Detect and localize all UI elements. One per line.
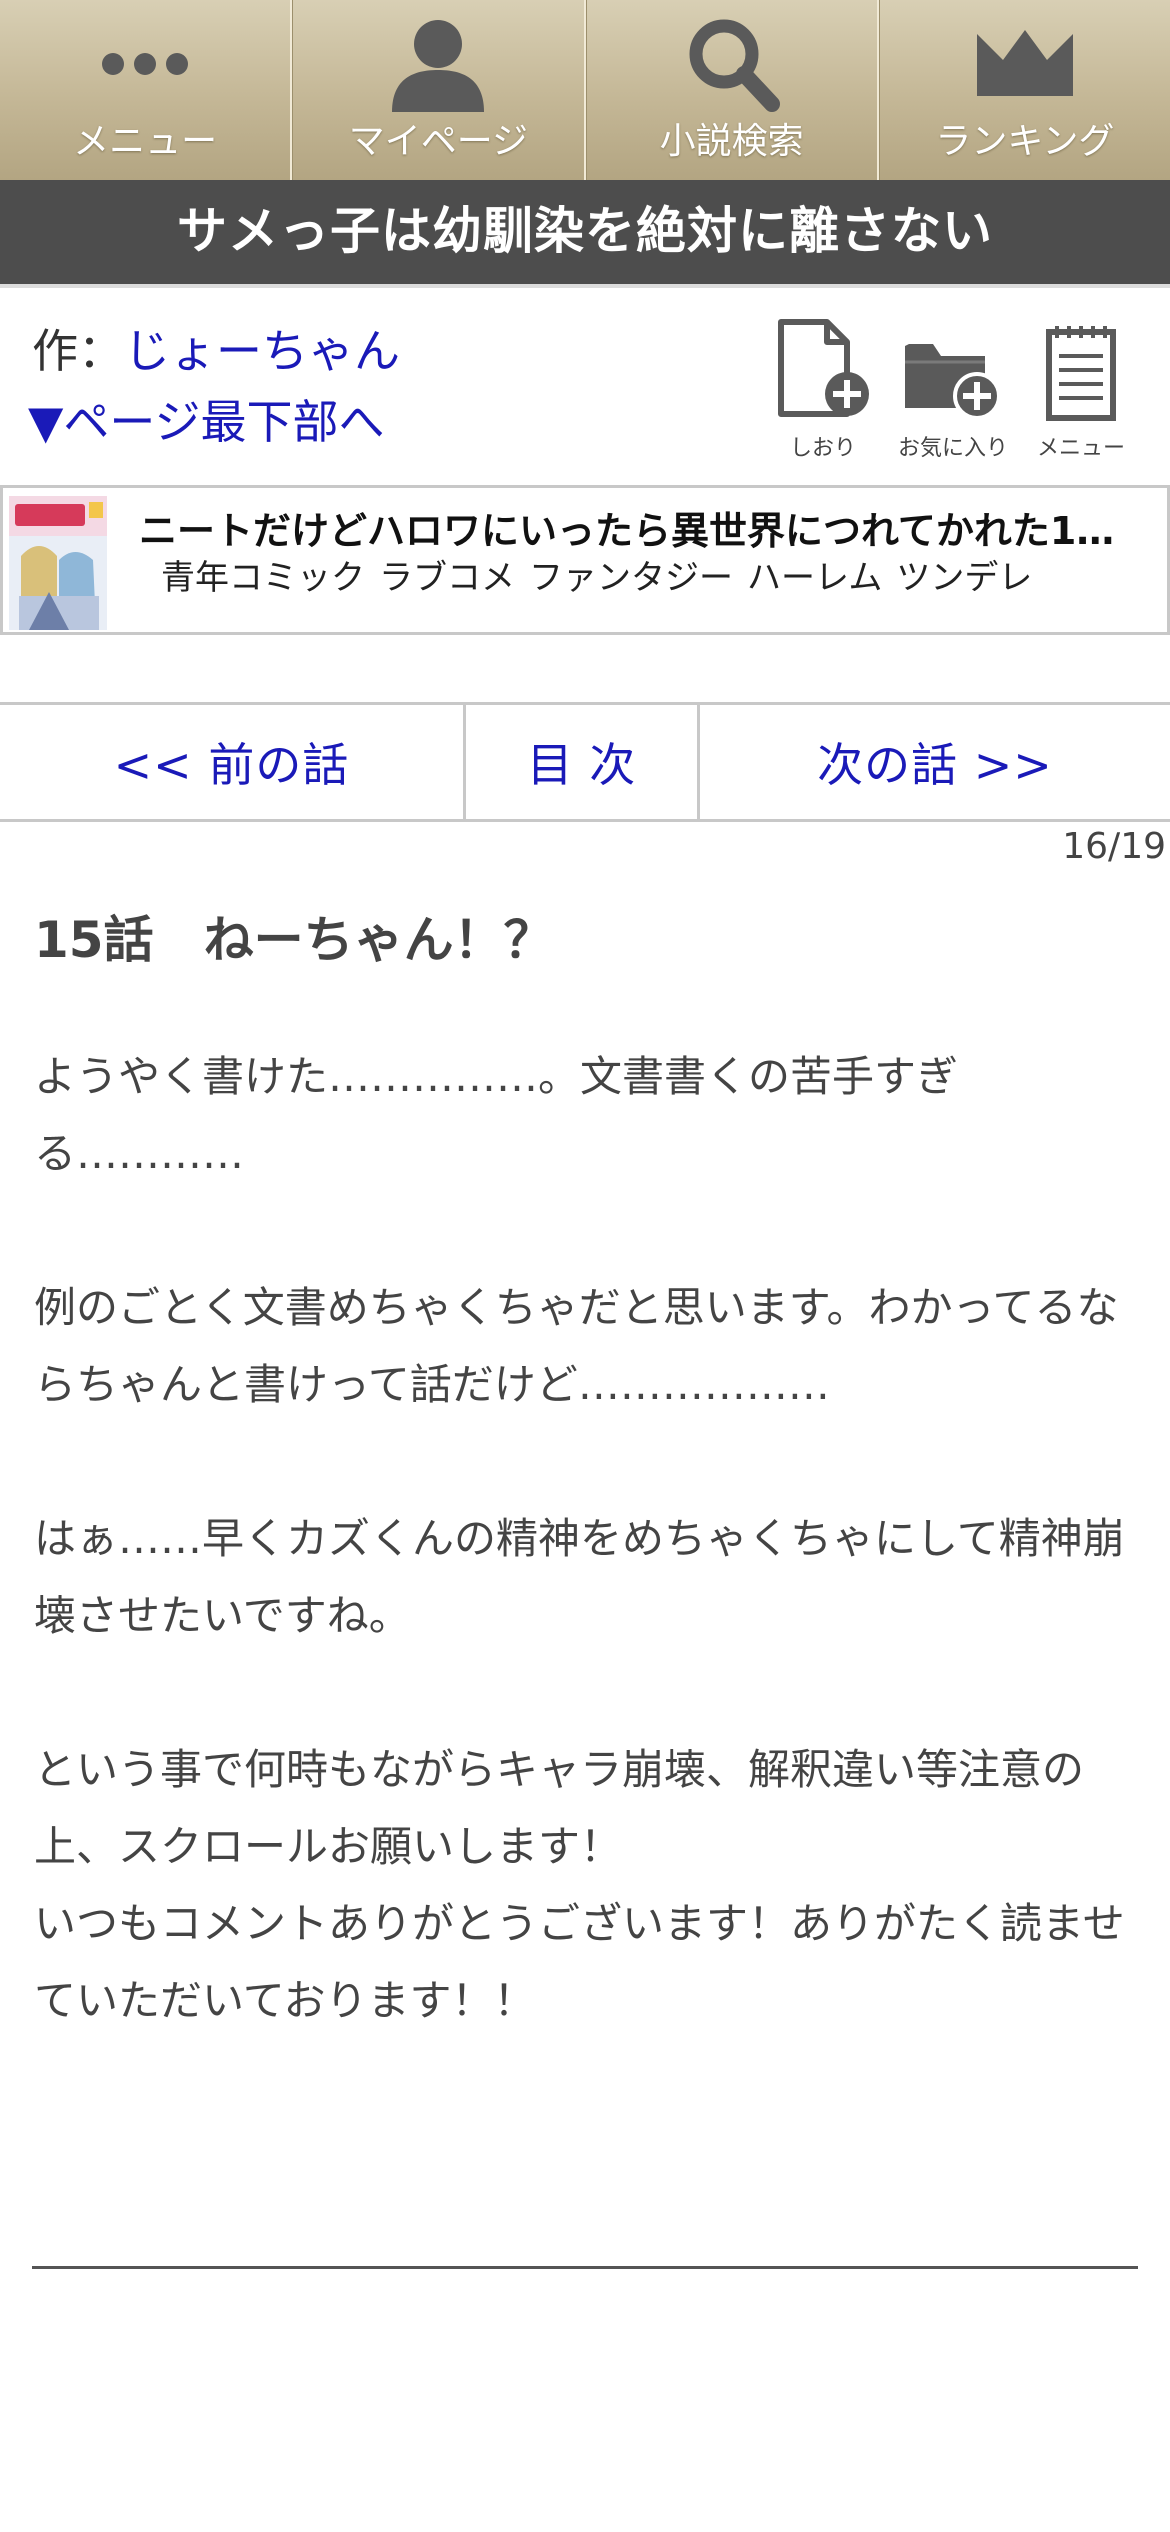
novel-title[interactable]: サメっ子は幼馴染を絶対に離さない [0,180,1170,288]
episode-counter: 16/19 [1062,826,1166,867]
ad-tags: 青年コミック ラブコメ ファンタジー ハーレム ツンデレ [161,550,1032,599]
body-paragraph: という事で何時もながらキャラ崩壊、解釈違い等注意の上、スクロールお願いします！ [34,1745,1085,1871]
ad-tag: ハーレム [747,558,883,598]
nav-ranking-label: ランキング [935,121,1115,162]
body-paragraph: はぁ……早くカズくんの精神をめちゃくちゃにして精神崩壊させたいですね。 [34,1514,1125,1640]
notepad-icon [1016,318,1146,422]
crown-icon [970,14,1080,114]
ad-tag: ファンタジー [529,558,733,598]
nav-mypage-label: マイページ [348,121,529,162]
body-paragraph: いつもコメントありがとうございます！ありがたく読ませていただいております！！ [34,1899,1125,2025]
author-link[interactable]: じょーちゃん [124,324,400,378]
user-icon [383,14,493,114]
nav-search-button[interactable]: 小説検索 [585,0,879,180]
nav-ranking-button[interactable]: ランキング [878,0,1170,180]
tools-menu-button[interactable]: メニュー [1016,318,1146,462]
favorite-label: お気に入り [897,436,1008,461]
afterword-divider [32,2266,1138,2269]
body-paragraph: ようやく書けた……………。文書書くの苦手すぎる………… [34,1052,959,1178]
chapter-body: ようやく書けた……………。文書書くの苦手すぎる………… 例のごとく文書めちゃくち… [34,1038,1144,2039]
bookmark-label: しおり [789,436,856,461]
nav-mypage-button[interactable]: マイページ [292,0,586,180]
bookmark-add-icon [758,318,888,422]
author-line: 作：じょーちゃん [32,318,400,384]
next-episode-link[interactable]: 次の話 >> [700,705,1170,819]
ad-tag: ラブコメ [379,558,515,598]
ad-tag: ツンデレ [896,558,1033,598]
ad-tag: 青年コミック [161,558,365,598]
chapter-title: 15話 ねーちゃん！？ [34,911,554,969]
top-navigation: メニュー マイページ 小説検索 ランキング [0,0,1170,180]
folder-add-icon [888,318,1018,422]
jump-to-bottom-link[interactable]: ▼ページ最下部へ [28,386,384,452]
tools-menu-label: メニュー [1036,436,1125,461]
table-of-contents-link[interactable]: 目 次 [466,705,700,819]
more-dots-icon [90,14,200,114]
nav-menu-button[interactable]: メニュー [0,0,293,180]
favorite-button[interactable]: お気に入り [888,318,1018,462]
ad-banner[interactable]: ニートだけどハロワにいったら異世界につれてかれた1… 青年コミック ラブコメ フ… [0,485,1170,635]
episode-navigation: << 前の話 目 次 次の話 >> [0,702,1170,822]
ad-title: ニートだけどハロワにいったら異世界につれてかれた1… [139,509,1115,553]
author-prefix: 作： [32,324,124,378]
body-paragraph: 例のごとく文書めちゃくちゃだと思います。わかってるならちゃんと書けって話だけど…… [34,1283,1119,1409]
search-icon [677,14,787,114]
comic-cover-image [9,496,107,630]
nav-search-label: 小説検索 [659,121,804,162]
bookmark-button[interactable]: しおり [758,318,888,462]
nav-menu-label: メニュー [73,121,218,162]
previous-episode-link[interactable]: << 前の話 [0,705,466,819]
